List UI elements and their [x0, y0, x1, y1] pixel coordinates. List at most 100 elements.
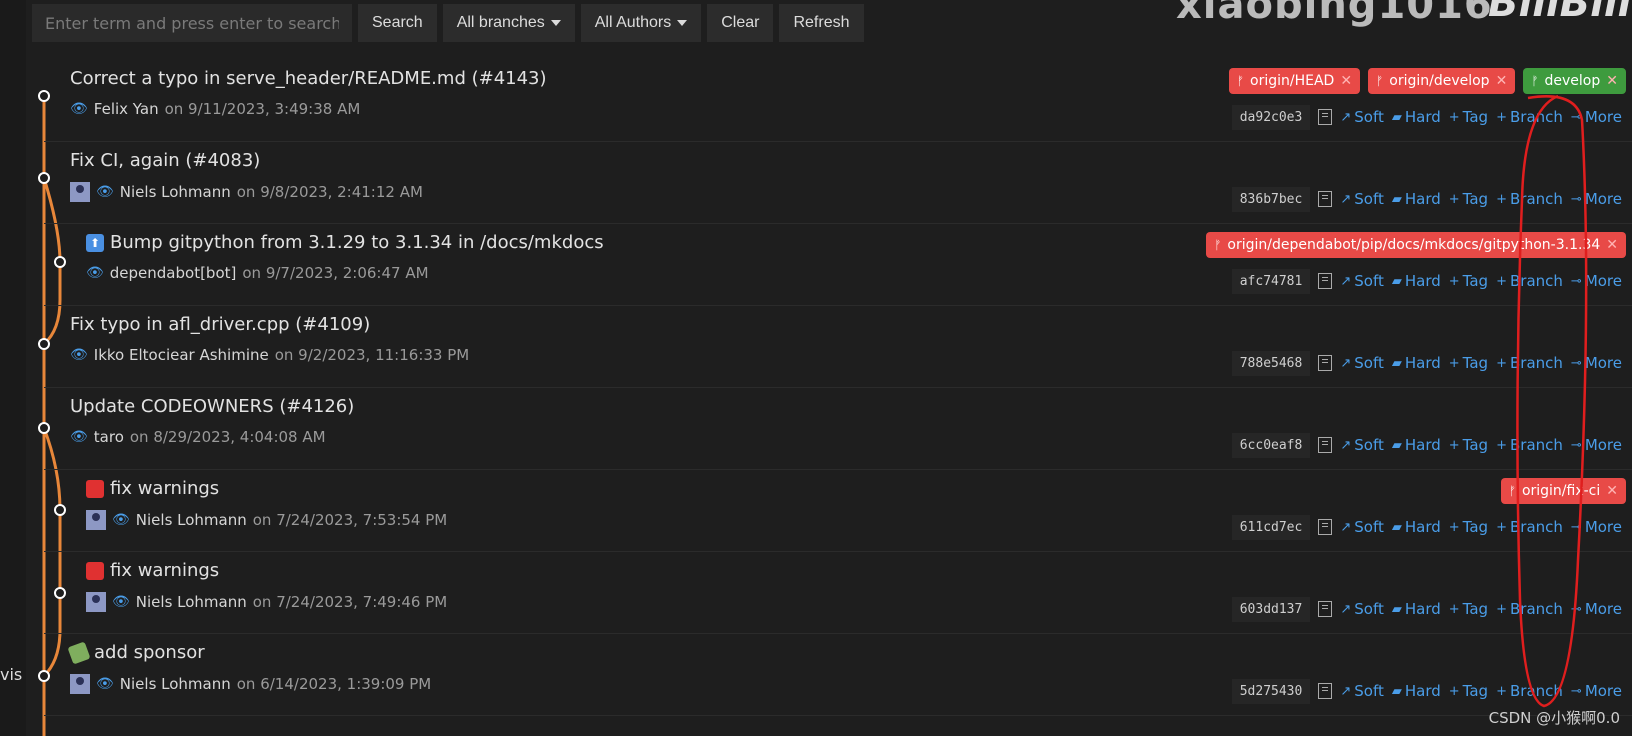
add-branch-link[interactable]: + Branch	[1496, 190, 1563, 208]
authors-dropdown[interactable]: All Authors	[580, 4, 702, 42]
more-label: More	[1584, 190, 1622, 208]
commit-hash[interactable]: 788e5468	[1231, 350, 1311, 376]
commit-hash[interactable]: 611cd7ec	[1231, 514, 1311, 540]
more-link[interactable]: ⊸ More	[1571, 436, 1622, 454]
soft-reset-link[interactable]: ↗ Soft	[1340, 436, 1384, 454]
commit-message-text: Update CODEOWNERS (#4126)	[70, 396, 355, 417]
more-link[interactable]: ⊸ More	[1571, 600, 1622, 618]
close-icon[interactable]: ✕	[1606, 483, 1618, 499]
soft-reset-link[interactable]: ↗ Soft	[1340, 682, 1384, 700]
branches-dropdown[interactable]: All branches	[442, 4, 575, 42]
more-label: More	[1584, 354, 1622, 372]
soft-label: Soft	[1354, 600, 1384, 618]
add-branch-link[interactable]: + Branch	[1496, 108, 1563, 126]
hard-reset-link[interactable]: ▰ Hard	[1392, 682, 1441, 700]
commit-row[interactable]: Update CODEOWNERS (#4126) 👁 taro on 8/29…	[44, 388, 1632, 470]
add-tag-link[interactable]: + Tag	[1449, 518, 1488, 536]
soft-reset-link[interactable]: ↗ Soft	[1340, 190, 1384, 208]
eye-icon[interactable]: 👁	[112, 594, 130, 610]
add-branch-link[interactable]: + Branch	[1496, 682, 1563, 700]
commit-author: Niels Lohmann	[135, 511, 247, 529]
eye-icon[interactable]: 👁	[70, 429, 88, 445]
copy-icon[interactable]	[1318, 355, 1333, 371]
add-branch-link[interactable]: + Branch	[1496, 272, 1563, 290]
add-tag-link[interactable]: + Tag	[1449, 272, 1488, 290]
add-branch-link[interactable]: + Branch	[1496, 518, 1563, 536]
ref-badge[interactable]: ᚠ develop ✕	[1523, 68, 1626, 94]
commit-row[interactable]: ⬆ Bump gitpython from 3.1.29 to 3.1.34 in…	[44, 224, 1632, 306]
search-button[interactable]: Search	[358, 4, 437, 42]
hard-reset-link[interactable]: ▰ Hard	[1392, 108, 1441, 126]
copy-icon[interactable]	[1318, 601, 1333, 617]
more-link[interactable]: ⊸ More	[1571, 108, 1622, 126]
eye-icon[interactable]: 👁	[86, 265, 104, 281]
ref-badge[interactable]: ᚠ origin/fix-ci ✕	[1500, 478, 1626, 504]
add-branch-link[interactable]: + Branch	[1496, 354, 1563, 372]
eye-icon[interactable]: 👁	[96, 184, 114, 200]
ref-badge[interactable]: ᚠ origin/develop ✕	[1368, 68, 1516, 94]
copy-icon[interactable]	[1318, 519, 1333, 535]
more-link[interactable]: ⊸ More	[1571, 272, 1622, 290]
close-icon[interactable]: ✕	[1606, 237, 1618, 253]
commit-author: Felix Yan	[93, 100, 159, 118]
add-tag-link[interactable]: + Tag	[1449, 108, 1488, 126]
hard-reset-link[interactable]: ▰ Hard	[1392, 272, 1441, 290]
add-tag-link[interactable]: + Tag	[1449, 436, 1488, 454]
commit-hash[interactable]: da92c0e3	[1231, 104, 1311, 130]
copy-icon[interactable]	[1318, 191, 1333, 207]
commit-row[interactable]: Fix CI, again (#4083) 👁 Niels Lohmann on…	[44, 142, 1632, 224]
commit-hash[interactable]: 6cc0eaf8	[1231, 432, 1311, 458]
close-icon[interactable]: ✕	[1496, 73, 1508, 89]
eye-icon[interactable]: 👁	[70, 101, 88, 117]
eye-icon[interactable]: 👁	[112, 512, 130, 528]
ref-badge[interactable]: ᚠ origin/HEAD ✕	[1228, 68, 1361, 94]
avatar	[70, 674, 90, 694]
copy-icon[interactable]	[1318, 273, 1333, 289]
hard-reset-link[interactable]: ▰ Hard	[1392, 600, 1441, 618]
commit-hash[interactable]: afc74781	[1231, 268, 1311, 294]
add-tag-link[interactable]: + Tag	[1449, 354, 1488, 372]
commit-row[interactable]: Fix typo in afl_driver.cpp (#4109) 👁 Ikk…	[44, 306, 1632, 388]
more-link[interactable]: ⊸ More	[1571, 682, 1622, 700]
more-link[interactable]: ⊸ More	[1571, 518, 1622, 536]
add-tag-link[interactable]: + Tag	[1449, 682, 1488, 700]
eye-icon[interactable]: 👁	[96, 676, 114, 692]
folder-icon: ▰	[1391, 109, 1402, 125]
hard-reset-link[interactable]: ▰ Hard	[1392, 190, 1441, 208]
soft-reset-link[interactable]: ↗ Soft	[1340, 354, 1384, 372]
commit-hash[interactable]: 5d275430	[1231, 678, 1311, 704]
close-icon[interactable]: ✕	[1340, 73, 1352, 89]
soft-reset-link[interactable]: ↗ Soft	[1340, 518, 1384, 536]
more-link[interactable]: ⊸ More	[1571, 190, 1622, 208]
soft-reset-link[interactable]: ↗ Soft	[1340, 108, 1384, 126]
commit-row[interactable]: fix warnings 👁 Niels Lohmann on 7/24/202…	[44, 470, 1632, 552]
hard-reset-link[interactable]: ▰ Hard	[1392, 518, 1441, 536]
commit-row[interactable]: fix warnings 👁 Niels Lohmann on 7/24/202…	[44, 552, 1632, 634]
more-link[interactable]: ⊸ More	[1571, 354, 1622, 372]
eye-icon[interactable]: 👁	[70, 347, 88, 363]
commit-hash[interactable]: 836b7bec	[1231, 186, 1311, 212]
copy-icon[interactable]	[1318, 683, 1333, 699]
soft-reset-link[interactable]: ↗ Soft	[1340, 272, 1384, 290]
clear-button[interactable]: Clear	[707, 4, 774, 42]
refresh-button[interactable]: Refresh	[779, 4, 864, 42]
add-branch-link[interactable]: + Branch	[1496, 436, 1563, 454]
add-branch-link[interactable]: + Branch	[1496, 600, 1563, 618]
copy-icon[interactable]	[1318, 437, 1333, 453]
plus-icon: +	[1448, 519, 1460, 535]
plus-icon: +	[1496, 109, 1507, 125]
branch-label: Branch	[1509, 436, 1563, 454]
watermark-text: xiaobing1016	[1176, 0, 1493, 28]
copy-icon[interactable]	[1318, 109, 1333, 125]
commit-hash[interactable]: 603dd137	[1231, 596, 1311, 622]
commit-row[interactable]: add sponsor 👁 Niels Lohmann on 6/14/2023…	[44, 634, 1632, 716]
soft-reset-link[interactable]: ↗ Soft	[1340, 600, 1384, 618]
add-tag-link[interactable]: + Tag	[1449, 600, 1488, 618]
hard-reset-link[interactable]: ▰ Hard	[1392, 436, 1441, 454]
add-tag-link[interactable]: + Tag	[1449, 190, 1488, 208]
ref-badge[interactable]: ᚠ origin/dependabot/pip/docs/mkdocs/gitpy…	[1206, 232, 1626, 258]
hard-label: Hard	[1404, 518, 1441, 536]
close-icon[interactable]: ✕	[1606, 73, 1618, 89]
commit-row[interactable]: Correct a typo in serve_header/README.md…	[44, 60, 1632, 142]
hard-reset-link[interactable]: ▰ Hard	[1392, 354, 1441, 372]
